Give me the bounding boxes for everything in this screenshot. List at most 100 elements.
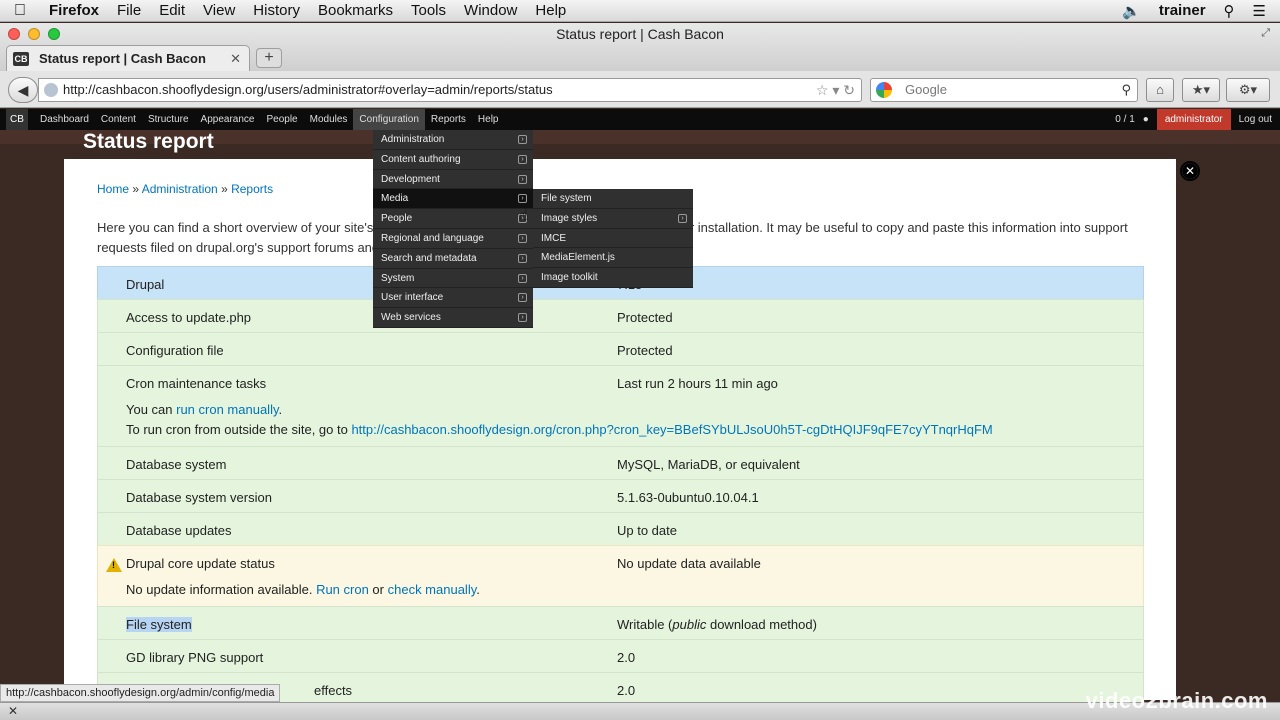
menu-view[interactable]: View [194, 2, 244, 19]
config-menu-search[interactable]: Search and metadata › [373, 249, 533, 269]
submenu-arrow-icon: › [518, 313, 527, 323]
run-cron-link[interactable]: Run cron [316, 582, 369, 597]
menu-help[interactable]: Help [526, 2, 575, 19]
check-manually-link[interactable]: check manually [388, 582, 477, 597]
toolbar-appearance[interactable]: Appearance [195, 109, 261, 130]
user-name[interactable]: trainer [1159, 2, 1206, 19]
logout-link[interactable]: Log out [1231, 114, 1280, 125]
config-menu-media[interactable]: Media › [373, 189, 533, 210]
fs-value-em: public [672, 617, 707, 632]
bookmark-star-icon[interactable]: ☆ [816, 82, 829, 98]
toolbar-structure[interactable]: Structure [142, 109, 195, 130]
status-label: GD library PNG support [126, 650, 264, 665]
status-label: File system [126, 617, 192, 632]
cron-url-text: To run cron from outside the site, go to [126, 422, 352, 437]
user-account-link[interactable]: administrator [1156, 109, 1231, 130]
url-bar[interactable]: http://cashbacon.shooflydesign.org/users… [38, 78, 862, 102]
breadcrumb: Home » Administration » Reports [97, 182, 274, 196]
site-identity-icon[interactable] [44, 83, 58, 97]
update-text-or: or [368, 582, 388, 597]
status-value: Protected [617, 310, 673, 325]
spotlight-search-icon[interactable]: ⚲ [1224, 2, 1235, 20]
search-placeholder: Google [905, 82, 947, 97]
search-icon[interactable]: ⚲ [1121, 79, 1131, 101]
browser-titlebar: Status report | Cash Bacon ⤢ CB Status r… [0, 23, 1280, 71]
menu-label: User interface [381, 292, 444, 304]
config-menu-system[interactable]: System › [373, 269, 533, 289]
browser-tab[interactable]: CB Status report | Cash Bacon ✕ [6, 45, 250, 71]
config-menu-development[interactable]: Development › [373, 170, 533, 190]
menu-label: File system [541, 193, 592, 204]
home-button[interactable]: ⌂ [1146, 78, 1174, 102]
breadcrumb-reports[interactable]: Reports [231, 182, 273, 196]
cron-url-link[interactable]: http://cashbacon.shooflydesign.org/cron.… [351, 422, 992, 437]
google-icon[interactable] [876, 82, 892, 98]
config-menu-administration[interactable]: Administration › [373, 130, 533, 150]
toolbar-configuration[interactable]: Configuration [353, 109, 425, 130]
apple-icon[interactable]:  [0, 2, 40, 20]
menu-app-name[interactable]: Firefox [40, 2, 108, 19]
toolbar-home-icon[interactable]: CB [6, 109, 28, 130]
submenu-arrow-icon: › [518, 253, 527, 263]
status-row-cron: Cron maintenance tasks Last run 2 hours … [97, 365, 1144, 446]
list-icon[interactable]: ☰ [1253, 2, 1266, 20]
volume-icon[interactable]: 🔈 [1122, 2, 1141, 20]
menu-label: MediaElement.js [541, 252, 615, 264]
close-overlay-icon[interactable]: ✕ [1180, 161, 1200, 181]
menu-label: Administration [381, 134, 445, 145]
config-menu-user-interface[interactable]: User interface › [373, 288, 533, 309]
toolbar-help[interactable]: Help [472, 109, 505, 130]
config-menu-people[interactable]: People › [373, 209, 533, 229]
close-addon-bar-icon[interactable]: ✕ [8, 704, 18, 718]
status-value: Last run 2 hours 11 min ago [617, 376, 778, 391]
close-tab-icon[interactable]: ✕ [230, 51, 241, 67]
media-menu-image-toolkit[interactable]: Image toolkit [533, 268, 693, 288]
toolbar-content[interactable]: Content [95, 109, 142, 130]
reload-icon[interactable]: ↻ [843, 82, 855, 98]
config-menu-content-authoring[interactable]: Content authoring › [373, 150, 533, 170]
status-label: Drupal core update status [126, 556, 275, 571]
status-label: Configuration file [126, 343, 224, 358]
menu-file[interactable]: File [108, 2, 150, 19]
new-tab-button[interactable]: + [256, 48, 282, 68]
toolbar-dashboard[interactable]: Dashboard [34, 109, 95, 130]
status-value: Up to date [617, 523, 677, 538]
config-menu-regional[interactable]: Regional and language › [373, 229, 533, 249]
media-menu-image-styles[interactable]: Image styles › [533, 209, 693, 229]
search-bar[interactable]: Google ⚲ [870, 78, 1138, 102]
url-text: http://cashbacon.shooflydesign.org/users… [63, 82, 553, 97]
fullscreen-icon[interactable]: ⤢ [1261, 27, 1270, 40]
status-value: 5.1.63-0ubuntu0.10.04.1 [617, 490, 759, 505]
run-cron-manually-link[interactable]: run cron manually [176, 402, 278, 417]
submenu-arrow-icon: › [518, 194, 527, 204]
media-menu-mediaelement[interactable]: MediaElement.js [533, 248, 693, 269]
url-dropdown-icon[interactable]: ▾ [832, 82, 839, 98]
bookmarks-button[interactable]: ★▾ [1182, 78, 1220, 102]
online-users-counter: 0 / 1 [1115, 114, 1135, 125]
cron-description-1: You can run cron manually. [126, 402, 282, 417]
menu-tools[interactable]: Tools [402, 2, 455, 19]
toolbar-modules[interactable]: Modules [304, 109, 354, 130]
breadcrumb-administration[interactable]: Administration [142, 182, 218, 196]
toolbar-people[interactable]: People [260, 109, 303, 130]
addon-button[interactable]: ⚙▾ [1226, 78, 1270, 102]
users-icon: ● [1142, 114, 1149, 125]
breadcrumb-home[interactable]: Home [97, 182, 129, 196]
config-menu-web-services[interactable]: Web services › [373, 308, 533, 328]
status-label: Drupal [126, 277, 165, 292]
menu-label: Content authoring [381, 153, 461, 165]
submenu-arrow-icon: › [518, 233, 527, 243]
fs-value-post: download method) [706, 617, 817, 632]
media-menu-file-system[interactable]: File system [533, 189, 693, 209]
menu-bookmarks[interactable]: Bookmarks [309, 2, 402, 19]
menu-label: Image styles [541, 212, 598, 224]
menu-label: People [381, 213, 413, 225]
menu-window[interactable]: Window [455, 2, 526, 19]
back-button[interactable]: ◀ [8, 77, 38, 103]
core-update-description: No update information available. Run cro… [126, 582, 480, 597]
menu-history[interactable]: History [244, 2, 309, 19]
status-row-config-file: Configuration file Protected [97, 332, 1144, 365]
menu-edit[interactable]: Edit [150, 2, 194, 19]
media-menu-imce[interactable]: IMCE [533, 229, 693, 249]
toolbar-reports[interactable]: Reports [425, 109, 472, 130]
